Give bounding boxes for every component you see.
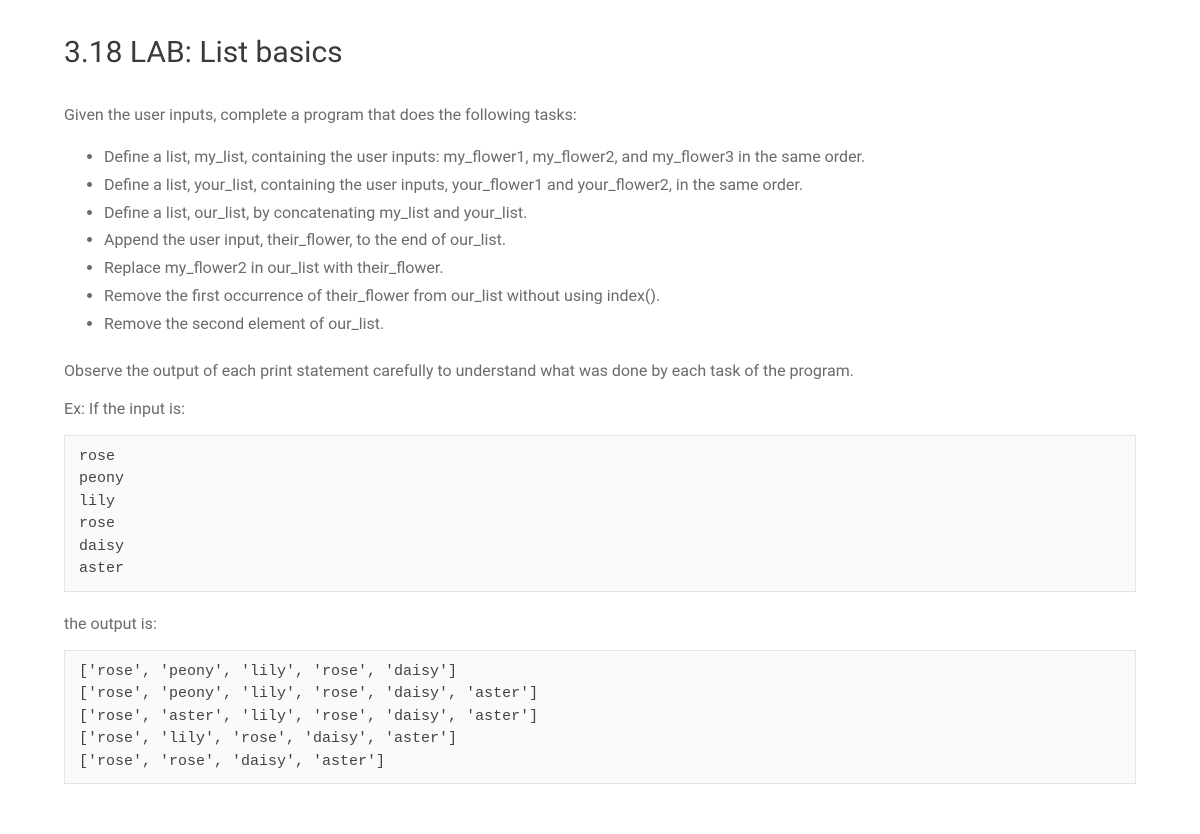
list-item: Define a list, your_list, containing the… bbox=[104, 173, 1136, 198]
list-item: Remove the first occurrence of their_flo… bbox=[104, 284, 1136, 309]
task-list: Define a list, my_list, containing the u… bbox=[64, 145, 1136, 337]
list-item: Replace my_flower2 in our_list with thei… bbox=[104, 256, 1136, 281]
page-title: 3.18 LAB: List basics bbox=[64, 30, 1136, 75]
observe-text: Observe the output of each print stateme… bbox=[64, 359, 1136, 383]
input-code-block: rose peony lily rose daisy aster bbox=[64, 435, 1136, 592]
intro-text: Given the user inputs, complete a progra… bbox=[64, 103, 1136, 127]
list-item: Define a list, my_list, containing the u… bbox=[104, 145, 1136, 170]
output-code-block: ['rose', 'peony', 'lily', 'rose', 'daisy… bbox=[64, 650, 1136, 785]
output-label: the output is: bbox=[64, 612, 1136, 636]
list-item: Remove the second element of our_list. bbox=[104, 312, 1136, 337]
list-item: Define a list, our_list, by concatenatin… bbox=[104, 201, 1136, 226]
list-item: Append the user input, their_flower, to … bbox=[104, 228, 1136, 253]
example-label: Ex: If the input is: bbox=[64, 397, 1136, 421]
